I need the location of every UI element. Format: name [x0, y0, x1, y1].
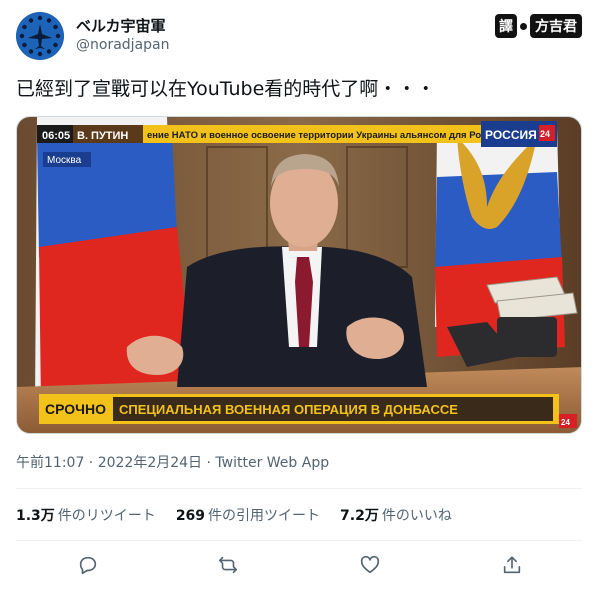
divider-top [16, 488, 582, 489]
retweet-icon [218, 556, 238, 574]
share-icon [503, 556, 521, 574]
like-button[interactable] [356, 551, 384, 579]
like-icon [360, 555, 380, 574]
broadcast-time: 06:05 [42, 130, 70, 142]
reply-button[interactable] [74, 551, 102, 579]
broadcast-speaker: В. ПУТИН [77, 130, 128, 142]
tweet-header: ベルカ宇宙軍 @noradjapan 譯 方吉君 [16, 12, 582, 60]
broadcast-location: Москва [47, 155, 82, 166]
broadcast-ticker: ение НАТО и военное освоение территории … [147, 130, 498, 141]
badge-translate-label: 譯 [495, 14, 517, 38]
user-handle[interactable]: @noradjapan [76, 37, 169, 53]
retweets-count: 1.3万 [16, 508, 55, 524]
tweet-media[interactable]: 06:05 В. ПУТИН ение НАТО и военное освое… [16, 116, 582, 434]
avatar-emblem-icon [16, 12, 64, 60]
tweet-text: 已經到了宣戰可以在YouTube看的時代了啊・・・ [16, 78, 436, 100]
broadcast-screenshot: 06:05 В. ПУТИН ение НАТО и военное освое… [17, 117, 581, 433]
badge-author-label: 方吉君 [530, 14, 582, 38]
headline-text: СПЕЦИАЛЬНАЯ ВОЕННАЯ ОПЕРАЦИЯ В ДОНБАССЕ [119, 402, 458, 417]
likes-label: 件のいいね [381, 508, 452, 524]
urgent-label: СРОЧНО [45, 401, 106, 417]
channel-number: 24 [540, 129, 550, 139]
share-button[interactable] [498, 551, 526, 579]
quotes-stat[interactable]: 269 件の引用ツイート [176, 505, 320, 525]
retweet-button[interactable] [214, 551, 242, 579]
tweet-timestamp[interactable]: 午前11:07 · 2022年2月24日 · Twitter Web App [16, 452, 329, 472]
action-bar [16, 548, 582, 582]
likes-stat[interactable]: 7.2万 件のいいね [340, 505, 452, 525]
retweets-stat[interactable]: 1.3万 件のリツイート [16, 505, 156, 525]
quotes-count: 269 [175, 508, 206, 524]
corner-number: 24 [561, 418, 570, 427]
badge-dot [520, 22, 527, 30]
translator-badge: 譯 方吉君 [495, 14, 582, 38]
reply-icon [79, 556, 97, 575]
quotes-label: 件の引用ツイート [208, 508, 321, 524]
tweet-stats: 1.3万 件のリツイート 269 件の引用ツイート 7.2万 件のいいね [16, 505, 452, 525]
display-name[interactable]: ベルカ宇宙軍 [76, 15, 166, 36]
divider-bottom [16, 540, 582, 541]
likes-count: 7.2万 [340, 508, 379, 524]
retweets-label: 件のリツイート [57, 508, 156, 524]
avatar[interactable] [16, 12, 64, 60]
channel-name: РОССИЯ [485, 128, 537, 142]
